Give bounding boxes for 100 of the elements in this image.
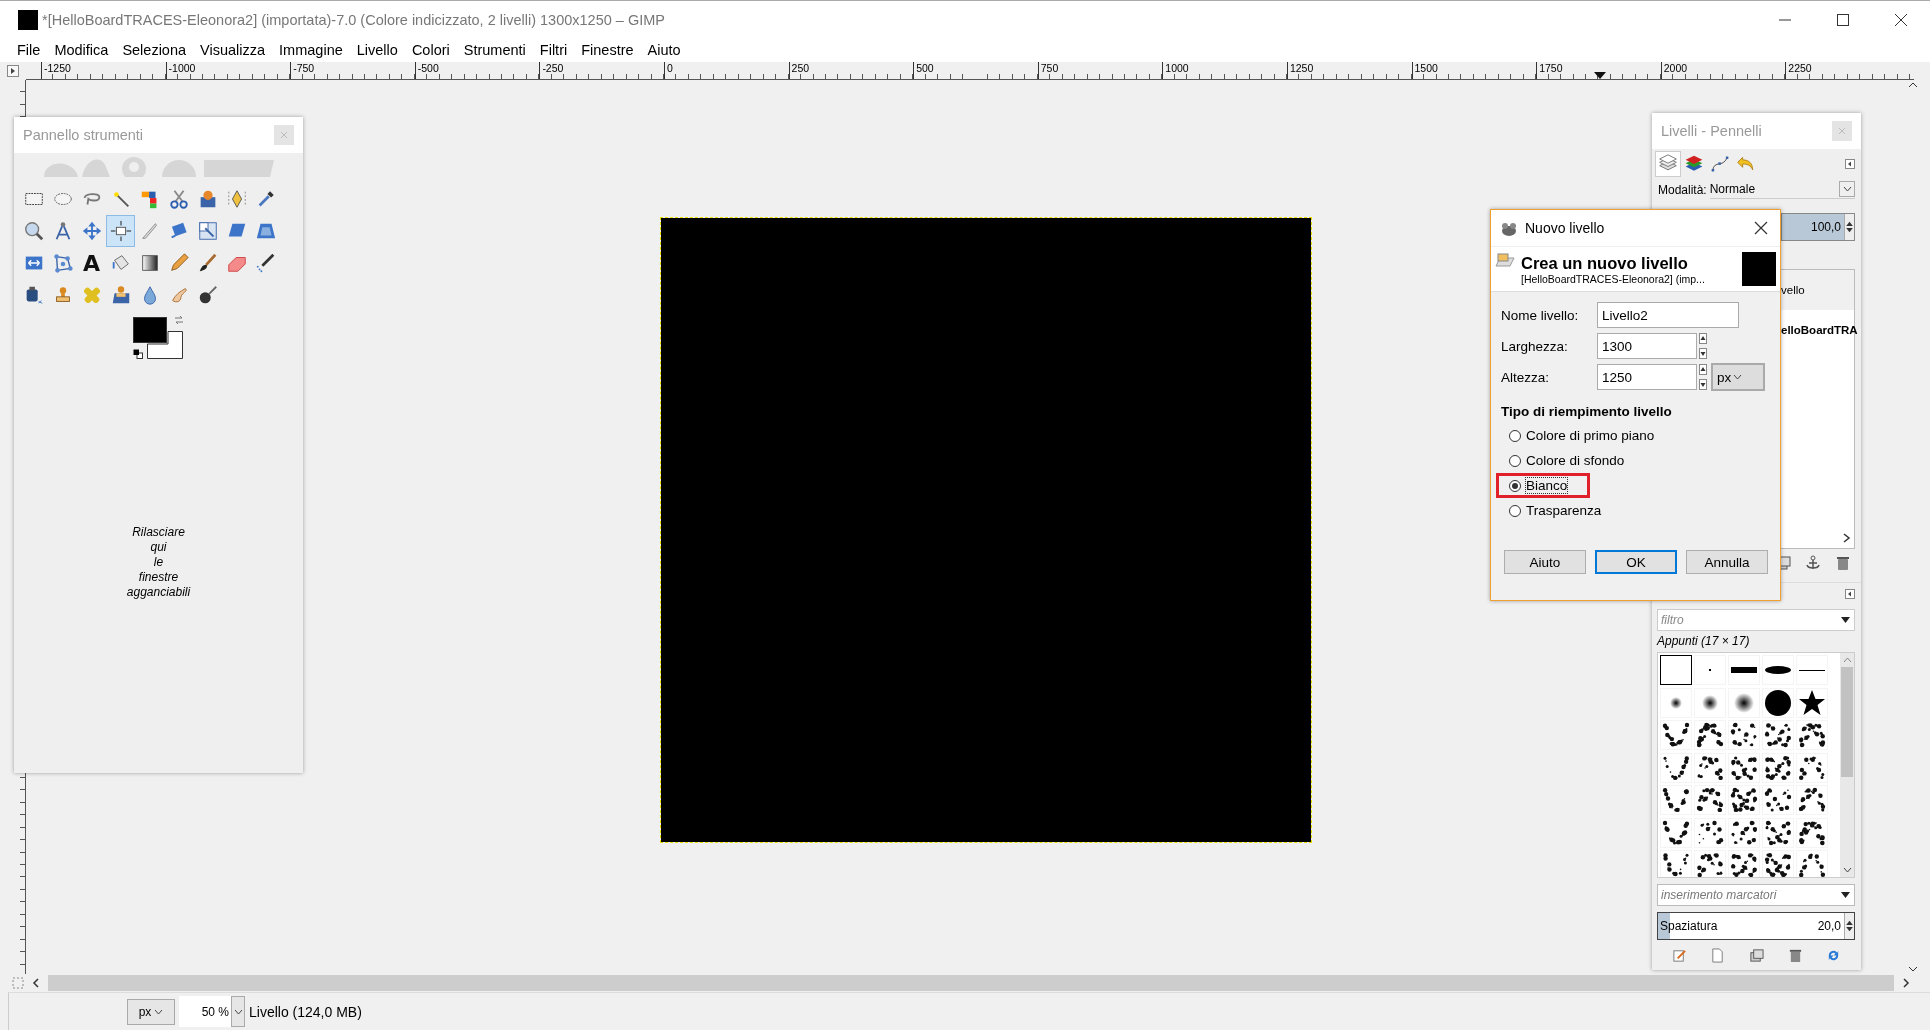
menu-item[interactable]: Modifica <box>47 42 116 58</box>
menu-item[interactable]: Strumenti <box>456 42 533 58</box>
radio-label[interactable]: Trasparenza <box>1526 503 1602 518</box>
dropdown-arrow-icon <box>1841 617 1850 624</box>
trash-icon[interactable] <box>1835 555 1851 572</box>
panel-menu-icon[interactable] <box>1845 158 1855 169</box>
spin-up-icon[interactable] <box>1699 333 1707 344</box>
window-title: *[HelloBoardTRACES-Eleonora2] (importata)-7.0 (Colore indicizzato, 2 livelli) 1300x1250 – GIMP <box>42 11 666 28</box>
slider-label: Spaziatura <box>1659 919 1718 934</box>
radio-label[interactable]: Colore di sfondo <box>1526 453 1625 468</box>
field-label: Altezza: <box>1501 369 1551 385</box>
dialog-title: Nuovo livello <box>1525 220 1606 236</box>
scrollbar[interactable] <box>1840 653 1854 878</box>
ruler-label: 750 <box>1037 62 1163 79</box>
dialog-heading: Crea un nuovo livello <box>1521 253 1689 273</box>
app-icon <box>1499 220 1519 236</box>
edit-icon[interactable] <box>1671 947 1687 963</box>
tool-button[interactable]: A <box>77 247 106 279</box>
spin-down-icon[interactable] <box>1699 379 1707 390</box>
foreground-color-swatch[interactable] <box>133 317 167 343</box>
menu-item[interactable]: Finestre <box>574 42 641 58</box>
input-field[interactable]: Livello2 <box>1597 302 1739 328</box>
brush-preview[interactable] <box>1660 655 1692 686</box>
ruler-label: 1500 <box>1411 62 1537 79</box>
scroll-up-icon[interactable] <box>1908 80 1918 90</box>
scroll-right-icon[interactable] <box>1842 531 1851 544</box>
dialog-button[interactable]: OK <box>1595 550 1677 574</box>
scroll-right-icon[interactable] <box>1900 977 1912 989</box>
app-icon <box>18 9 38 30</box>
spin-up-icon[interactable] <box>1846 220 1853 226</box>
layer-preview <box>1742 252 1776 286</box>
number-field[interactable]: 1250 <box>1597 364 1697 390</box>
airbrush-icon <box>254 252 277 274</box>
unit-dropdown[interactable]: px <box>1711 363 1765 391</box>
layer-name[interactable]: vello <box>1781 269 1854 310</box>
menu-item[interactable]: Livello <box>349 42 405 58</box>
radio-label[interactable]: Bianco <box>1526 478 1568 493</box>
reset-colors-icon[interactable] <box>133 349 143 359</box>
anchor-icon[interactable] <box>1805 555 1821 572</box>
spin-down-icon[interactable] <box>1846 927 1853 933</box>
section-heading: Tipo di riempimento livello <box>1501 404 1673 419</box>
ruler-label: -750 <box>290 62 415 79</box>
menu-item[interactable]: Seleziona <box>115 42 194 58</box>
scissors-icon <box>167 188 190 210</box>
slider-value: 100,0 <box>1810 219 1842 234</box>
scale-icon <box>196 220 219 242</box>
panel-menu-icon[interactable] <box>1845 589 1855 600</box>
dialog-button[interactable]: Aiuto <box>1504 550 1586 574</box>
zoom-field[interactable]: 50 % <box>179 996 231 1027</box>
spin-up-icon[interactable] <box>1846 920 1853 926</box>
menu-item[interactable]: File <box>10 42 48 58</box>
magnifier-icon <box>22 220 45 242</box>
slider-value: 20,0 <box>1817 919 1842 934</box>
opacity-slider[interactable]: 100,0 <box>1781 212 1855 241</box>
chevron-down-icon <box>1842 186 1852 193</box>
close-icon[interactable] <box>1754 221 1768 235</box>
scroll-down-icon[interactable] <box>1908 964 1918 974</box>
unit-dropdown[interactable]: px <box>127 998 175 1025</box>
radio-button[interactable] <box>1509 479 1521 492</box>
spacing-slider[interactable]: Spaziatura 20,0 <box>1657 912 1855 941</box>
mode-label: Modalità: <box>1658 182 1707 197</box>
menu-item[interactable]: Filtri <box>532 42 575 58</box>
scrollbar-track[interactable] <box>48 975 1894 991</box>
spin-down-icon[interactable] <box>1846 227 1853 233</box>
radio-button[interactable] <box>1509 429 1521 442</box>
dialog-button[interactable]: Annulla <box>1686 550 1768 574</box>
duplicate-icon[interactable] <box>1749 947 1764 963</box>
minimize-icon <box>1778 18 1792 21</box>
ruler-label: 0 <box>663 62 789 79</box>
number-field[interactable]: 1300 <box>1597 333 1697 359</box>
ruler-label: -1250 <box>41 62 166 79</box>
swap-arrows-icon[interactable] <box>173 314 185 326</box>
menu-item[interactable]: Aiuto <box>640 42 688 58</box>
mode-dropdown[interactable]: Normale <box>1709 180 1855 200</box>
spin-down-icon[interactable] <box>1699 348 1707 359</box>
scrollbar-thumb[interactable] <box>1841 667 1853 778</box>
dock-tab[interactable] <box>1655 150 1681 177</box>
trash-icon[interactable] <box>1787 947 1803 963</box>
radio-button[interactable] <box>1509 454 1521 467</box>
menu-item[interactable]: Colori <box>404 42 457 58</box>
cage-icon <box>51 252 74 274</box>
filter-field[interactable]: filtro <box>1657 609 1855 632</box>
radio-label[interactable]: Colore di primo piano <box>1526 428 1655 443</box>
menu-item[interactable]: Visualizza <box>193 42 273 58</box>
pointer-marker-icon <box>1594 72 1606 79</box>
ruler-label: 250 <box>788 62 914 79</box>
radio-button[interactable] <box>1509 504 1521 517</box>
background-color-swatch[interactable] <box>147 331 183 359</box>
panel-title: Livelli - Pennelli <box>1661 122 1762 139</box>
field-label: Larghezza: <box>1501 338 1569 354</box>
triangle-button-icon[interactable] <box>7 65 19 77</box>
menu-item[interactable]: Immagine <box>272 42 350 58</box>
chevron-down-icon <box>1733 374 1743 380</box>
status-text: Livello (124,0 MB) <box>249 1003 362 1020</box>
scroll-left-icon[interactable] <box>30 977 42 989</box>
move-icon <box>80 220 103 242</box>
ruler-label: -1000 <box>165 62 291 79</box>
spin-up-icon[interactable] <box>1699 364 1707 375</box>
brush-caption: Appunti (17 × 17) <box>1657 634 1751 651</box>
tag-field[interactable]: inserimento marcatori <box>1657 884 1855 907</box>
